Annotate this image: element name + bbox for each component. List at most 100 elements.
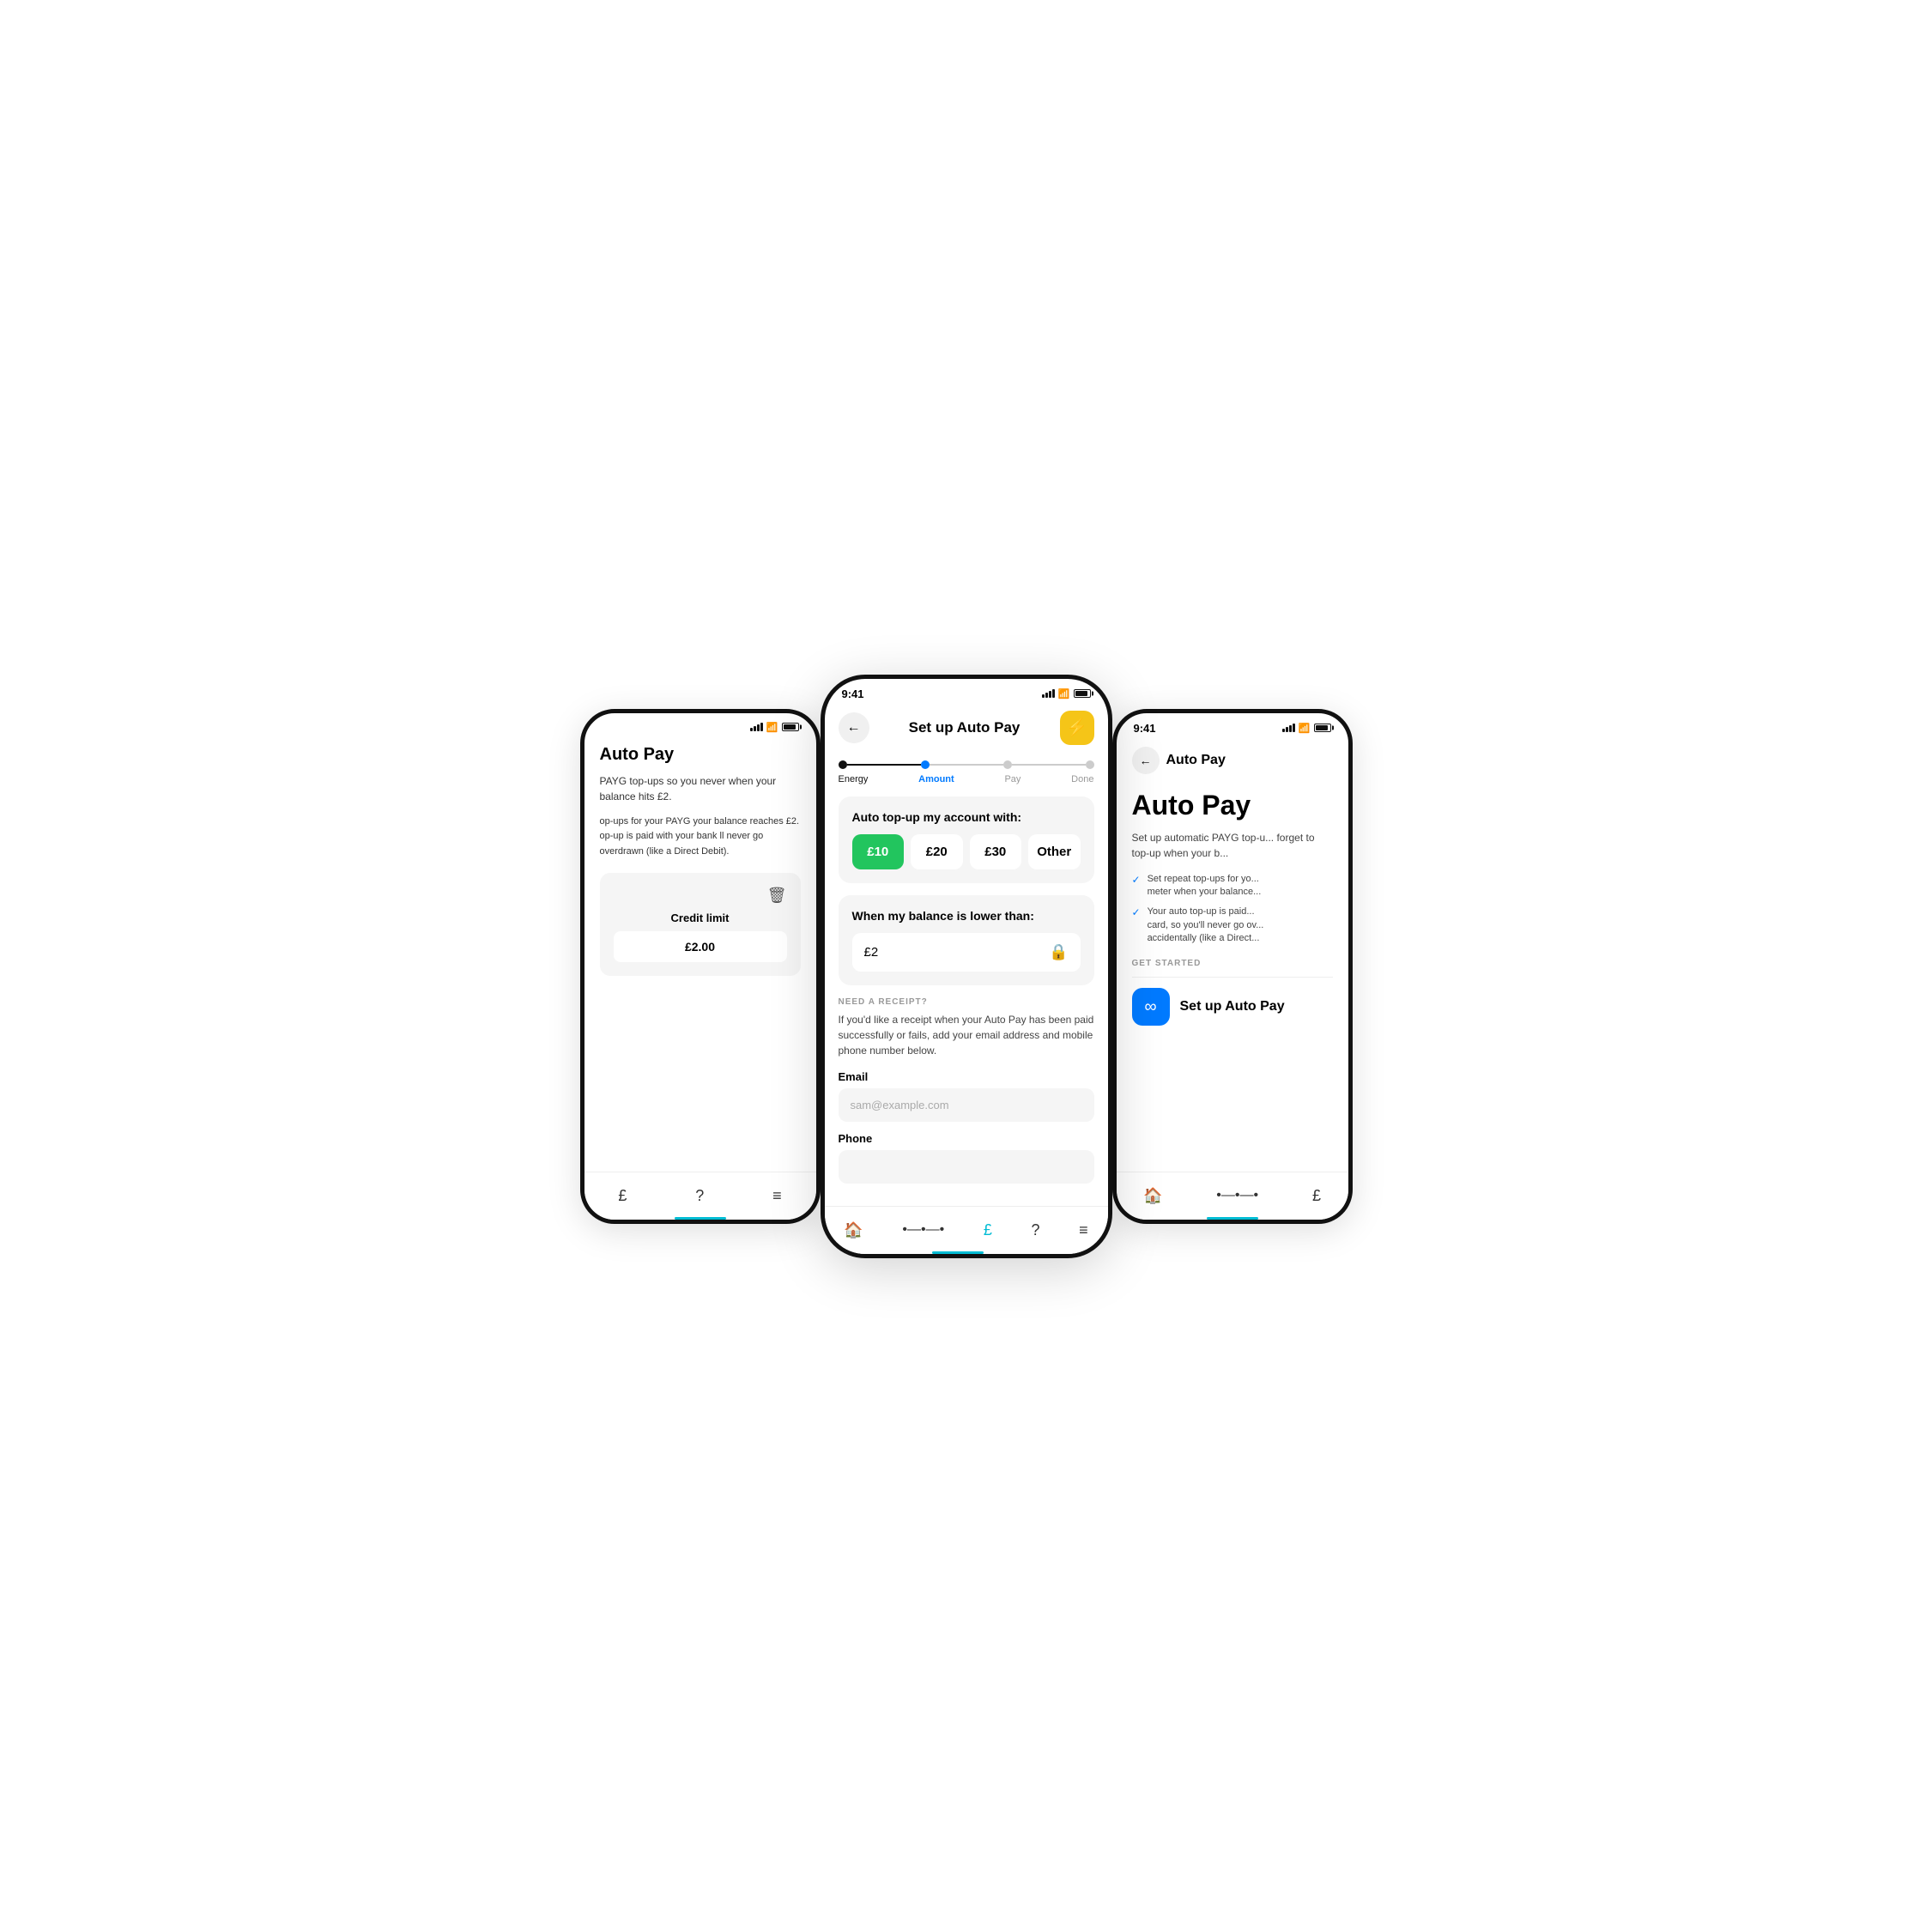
balance-section: When my balance is lower than: £2 🔒	[839, 895, 1094, 985]
center-main-content: Auto top-up my account with: £10 £20 £30…	[825, 796, 1108, 1258]
bullet-text-2: Your auto top-up is paid...card, so you'…	[1148, 905, 1264, 945]
email-label: Email	[839, 1070, 1094, 1083]
center-header: ← Set up Auto Pay ⚡	[825, 704, 1108, 752]
phone-input[interactable]	[839, 1150, 1094, 1184]
right-time: 9:41	[1134, 722, 1156, 735]
step-label-pay: Pay	[1004, 774, 1021, 784]
left-content: Auto Pay PAYG top-ups so you never when …	[584, 736, 816, 1224]
amount-btn-other[interactable]: Other	[1028, 834, 1081, 869]
support-icon: ?	[1031, 1221, 1039, 1239]
center-wifi-icon: 📶	[1058, 688, 1070, 700]
right-activity-icon: •—•—•	[1216, 1188, 1258, 1203]
back-button[interactable]: ←	[839, 712, 869, 743]
nav-item-billing[interactable]: £	[984, 1221, 992, 1239]
right-page-title: Auto Pay	[1166, 753, 1226, 768]
center-phone: 9:41 📶 ← Set up Auto Pay ⚡	[821, 675, 1112, 1258]
step-dot-energy	[839, 760, 847, 769]
amount-options: £10 £20 £30 Other	[852, 834, 1081, 869]
left-card: 🗑 Credit limit £2.00	[600, 873, 801, 976]
bullet-item-1: ✓ Set repeat top-ups for yo...meter when…	[1132, 873, 1333, 899]
get-started-label: GET STARTED	[1132, 959, 1333, 968]
right-back-button[interactable]: ←	[1132, 747, 1160, 774]
nav-item-support[interactable]: ?	[1031, 1221, 1039, 1239]
lightning-icon: ⚡	[1066, 717, 1087, 738]
amount-btn-20[interactable]: £20	[911, 834, 963, 869]
right-main-title: Auto Pay	[1132, 790, 1333, 821]
money-icon: £	[618, 1187, 627, 1205]
center-bottom-nav: 🏠 •—•—• £ ? ≡	[825, 1206, 1108, 1254]
step-dot-pay	[1003, 760, 1012, 769]
check-icon-1: ✓	[1132, 874, 1141, 886]
receipt-desc: If you'd like a receipt when your Auto P…	[839, 1012, 1094, 1058]
center-time: 9:41	[842, 687, 864, 700]
delete-icon[interactable]: 🗑	[767, 887, 787, 905]
left-bullets: op-ups for your PAYG your balance reache…	[600, 815, 801, 860]
nav-item-menu[interactable]: ≡	[772, 1187, 782, 1205]
bullet-text-1: Set repeat top-ups for yo...meter when y…	[1148, 873, 1262, 899]
setup-btn-label: Set up Auto Pay	[1180, 999, 1285, 1014]
nav-item-money[interactable]: £	[618, 1187, 627, 1205]
amount-btn-30[interactable]: £30	[970, 834, 1022, 869]
nav-item-more[interactable]: ≡	[1079, 1221, 1088, 1239]
left-bottom-nav: £ ? ≡	[584, 1172, 816, 1220]
left-status-bar: 📶	[584, 713, 816, 736]
nav-item-activity[interactable]: •—•—•	[902, 1222, 944, 1238]
activity-icon: •—•—•	[902, 1222, 944, 1238]
nav-item-help[interactable]: ?	[695, 1187, 704, 1205]
help-icon: ?	[695, 1187, 704, 1205]
center-battery-icon	[1074, 689, 1091, 698]
amount-section-title: Auto top-up my account with:	[852, 810, 1081, 824]
nav-indicator	[675, 1217, 726, 1220]
receipt-label: NEED A RECEIPT?	[839, 997, 1094, 1007]
left-desc: PAYG top-ups so you never when your bala…	[600, 773, 801, 804]
step-line-2	[930, 764, 1003, 766]
step-dot-done	[1086, 760, 1094, 769]
center-nav-indicator	[932, 1251, 984, 1254]
step-line-3	[1012, 764, 1086, 766]
more-icon: ≡	[1079, 1221, 1088, 1239]
right-status-bar: 9:41 📶	[1117, 713, 1348, 738]
amount-section: Auto top-up my account with: £10 £20 £30…	[839, 796, 1094, 883]
credit-label: Credit limit	[614, 911, 787, 924]
right-nav-activity[interactable]: •—•—•	[1216, 1188, 1258, 1203]
right-back-arrow-icon: ←	[1140, 754, 1152, 767]
center-signal-icon	[1042, 689, 1055, 698]
bullet-item-2: ✓ Your auto top-up is paid...card, so yo…	[1132, 905, 1333, 945]
wifi-icon: 📶	[766, 722, 778, 733]
step-line-1	[847, 764, 921, 766]
right-bottom-nav: 🏠 •—•—• £	[1117, 1172, 1348, 1220]
left-title: Auto Pay	[600, 745, 801, 765]
nav-item-home[interactable]: 🏠	[844, 1221, 863, 1239]
balance-input-row: £2 🔒	[852, 933, 1081, 972]
right-desc: Set up automatic PAYG top-u... forget to…	[1132, 830, 1333, 861]
step-label-energy: Energy	[839, 774, 869, 784]
signal-icon	[750, 723, 763, 731]
progress-steps: Energy Amount Pay Done	[825, 752, 1108, 796]
right-back-row: ← Auto Pay	[1132, 747, 1333, 774]
right-signal-icon	[1282, 724, 1295, 732]
lightning-button[interactable]: ⚡	[1060, 711, 1094, 745]
right-home-icon: 🏠	[1143, 1187, 1162, 1205]
back-arrow-icon: ←	[847, 720, 861, 736]
lock-icon: 🔒	[1049, 943, 1068, 961]
email-input[interactable]	[839, 1088, 1094, 1122]
home-icon: 🏠	[844, 1221, 863, 1239]
battery-icon	[782, 723, 799, 731]
center-status-bar: 9:41 📶	[825, 679, 1108, 704]
right-nav-billing[interactable]: £	[1312, 1187, 1321, 1205]
amount-btn-10[interactable]: £10	[852, 834, 905, 869]
balance-section-title: When my balance is lower than:	[852, 909, 1081, 923]
right-phone: 9:41 📶 ← Auto Pay Auto Pay Set u	[1112, 709, 1353, 1224]
left-phone: 📶 Auto Pay PAYG top-ups so you never whe…	[580, 709, 821, 1224]
credit-value: £2.00	[614, 931, 787, 962]
right-nav-home[interactable]: 🏠	[1143, 1187, 1162, 1205]
divider	[1132, 977, 1333, 978]
setup-auto-pay-button[interactable]: ∞ Set up Auto Pay	[1132, 988, 1333, 1026]
receipt-section: NEED A RECEIPT? If you'd like a receipt …	[839, 997, 1094, 1194]
right-battery-icon	[1314, 724, 1331, 732]
center-page-title: Set up Auto Pay	[909, 719, 1021, 736]
billing-icon: £	[984, 1221, 992, 1239]
phone-label: Phone	[839, 1132, 1094, 1145]
right-nav-indicator	[1207, 1217, 1258, 1220]
infinity-icon: ∞	[1132, 988, 1170, 1026]
